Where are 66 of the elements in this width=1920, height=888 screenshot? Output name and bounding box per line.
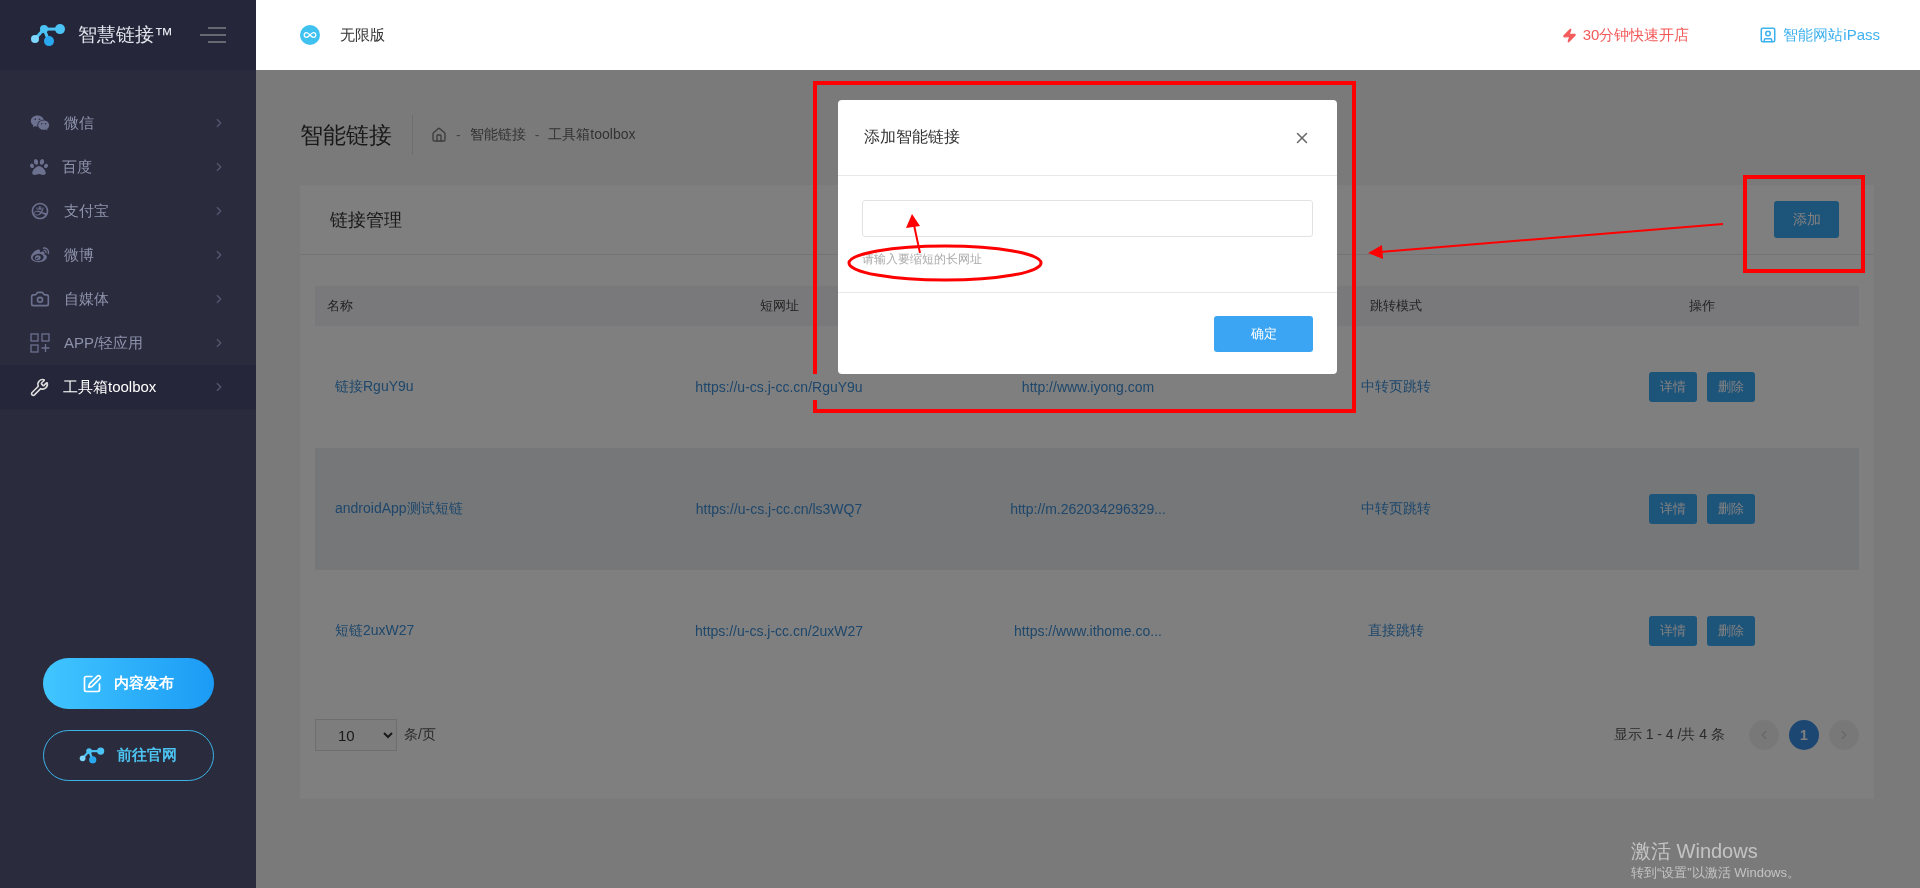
sidebar-item[interactable]: APP/轻应用 bbox=[0, 321, 256, 365]
column-header: 短网址 bbox=[759, 297, 799, 315]
short-url-link[interactable]: https://u-cs.j-cc.cn/ls3WQ7 bbox=[695, 501, 863, 517]
delete-button[interactable]: 删除 bbox=[1706, 616, 1755, 646]
column-header: 跳转模式 bbox=[1370, 297, 1422, 315]
dialog-title: 添加智能链接 bbox=[864, 127, 960, 147]
publish-button[interactable]: 内容发布 bbox=[42, 658, 214, 709]
network-logo-icon bbox=[30, 22, 66, 48]
redirect-mode-link[interactable]: 中转页跳转 bbox=[1361, 500, 1431, 518]
network-logo-icon bbox=[79, 746, 105, 765]
social-logo-icon bbox=[30, 245, 50, 265]
home-icon[interactable] bbox=[431, 127, 447, 143]
menu-icon[interactable] bbox=[200, 27, 226, 43]
paw-icon bbox=[30, 158, 48, 176]
short-url-link[interactable]: https://u-cs.j-cc.cn/2uxW27 bbox=[694, 623, 864, 639]
header-link[interactable]: 智能网站iPass bbox=[1759, 25, 1880, 45]
url-input-field[interactable] bbox=[862, 200, 1313, 237]
redirect-mode-link[interactable]: 直接跳转 bbox=[1368, 622, 1424, 640]
short-url-link[interactable]: https://u-cs.j-cc.cn/RguY9u bbox=[695, 379, 863, 395]
confirm-button[interactable]: 确定 bbox=[1214, 315, 1313, 352]
details-button[interactable]: 详情 bbox=[1648, 616, 1697, 646]
page-size-label: 条/页 bbox=[404, 726, 437, 744]
details-button[interactable]: 详情 bbox=[1648, 494, 1697, 524]
page-size-select[interactable]: 10 bbox=[315, 719, 397, 751]
page-title: 智能链接 bbox=[300, 115, 413, 155]
activation-watermark-text: 转到“设置”以激活 Windows。 bbox=[1631, 864, 1800, 882]
brand-name: 智慧链接™ bbox=[78, 23, 174, 47]
sidebar-item[interactable]: 微信 bbox=[0, 101, 256, 145]
wrench-icon bbox=[30, 377, 49, 397]
column-header: 操作 bbox=[1688, 297, 1715, 315]
annotation-arrow bbox=[906, 214, 921, 254]
breadcrumb-link[interactable]: 智能链接 bbox=[469, 126, 526, 144]
page-button[interactable]: 1 bbox=[1789, 720, 1819, 750]
sidebar-item[interactable]: 工具箱toolbox bbox=[0, 365, 256, 409]
card-title: 链接管理 bbox=[330, 208, 402, 232]
breadcrumb-link[interactable]: 工具箱toolbox bbox=[548, 126, 636, 144]
activation-watermark-title: 激活 Windows bbox=[1631, 839, 1759, 864]
breadcrumb-separator: - bbox=[534, 127, 540, 143]
link-name[interactable]: 短链2uxW27 bbox=[315, 622, 415, 640]
add-button[interactable]: 添加 bbox=[1774, 201, 1839, 238]
lightning-icon bbox=[1561, 27, 1577, 43]
sidebar-item[interactable]: 自媒体 bbox=[0, 277, 256, 321]
link-name[interactable]: androidApp测试短链 bbox=[315, 500, 463, 518]
link-name[interactable]: 链接RguY9u bbox=[315, 378, 414, 396]
sidebar-item[interactable]: 百度 bbox=[0, 145, 256, 189]
payment-logo-icon bbox=[30, 201, 50, 221]
delete-button[interactable]: 删除 bbox=[1706, 372, 1755, 402]
long-url-link[interactable]: https://www.ithome.co... bbox=[1014, 623, 1162, 639]
chat-bubbles-icon bbox=[30, 113, 50, 133]
plan-label: 无限版 bbox=[340, 25, 386, 45]
breadcrumb-separator: - bbox=[456, 127, 461, 143]
sidebar-item[interactable]: 支付宝 bbox=[0, 189, 256, 233]
column-header: 名称 bbox=[326, 297, 353, 315]
long-url-link[interactable]: http://www.iyong.com bbox=[1021, 379, 1155, 395]
page-summary: 显示 1 - 4 /共 4 条 bbox=[1613, 726, 1725, 744]
redirect-mode-link[interactable]: 中转页跳转 bbox=[1361, 378, 1431, 396]
edit-icon bbox=[82, 673, 102, 694]
sidebar-item[interactable]: 微博 bbox=[0, 233, 256, 277]
long-url-link[interactable]: http://m.262034296329... bbox=[1010, 501, 1166, 517]
person-card-icon bbox=[1759, 26, 1778, 44]
details-button[interactable]: 详情 bbox=[1648, 372, 1697, 402]
camera-icon bbox=[30, 289, 50, 309]
infinity-icon bbox=[300, 25, 320, 45]
delete-button[interactable]: 删除 bbox=[1706, 494, 1755, 524]
header-link[interactable]: 30分钟快速开店 bbox=[1561, 25, 1690, 45]
grid-plus-icon bbox=[30, 333, 50, 353]
